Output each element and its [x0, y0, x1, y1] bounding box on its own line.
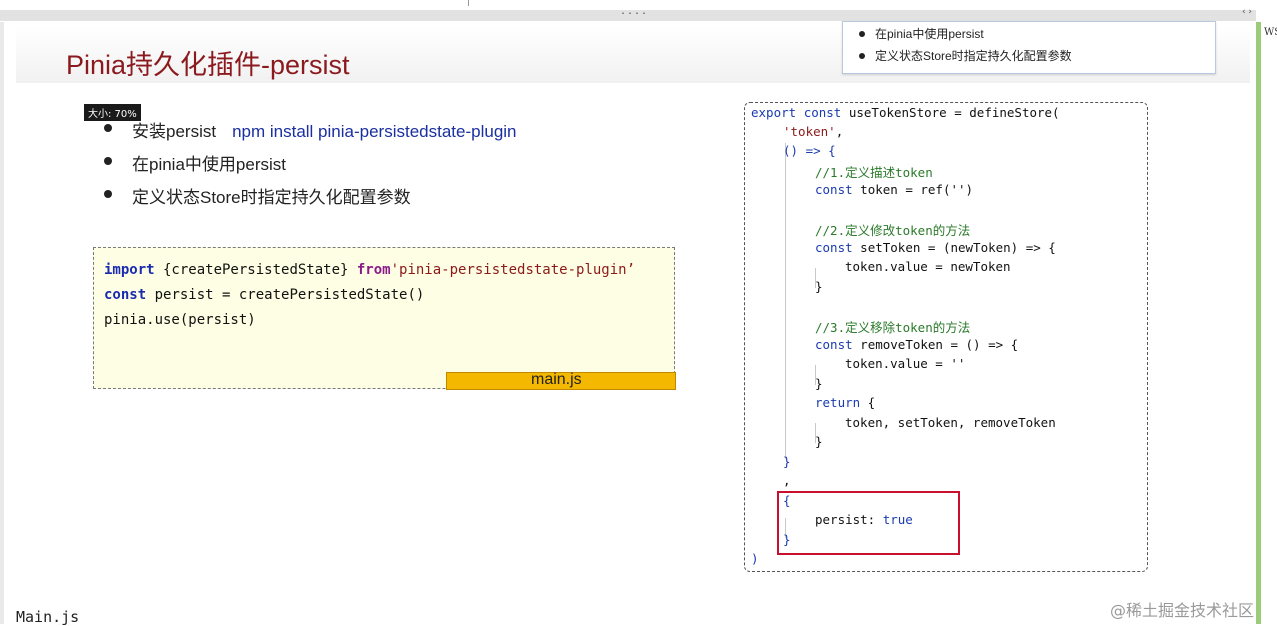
bullet-dot-icon — [104, 190, 112, 198]
bullet-text: 定义状态Store时指定持久化配置参数 — [132, 188, 411, 207]
code-line: } — [815, 376, 823, 391]
code-comment: //3.定义移除token的方法 — [815, 320, 971, 335]
code-comment: //2.定义修改token的方法 — [815, 223, 971, 238]
code-line: const token = ref('') — [815, 182, 974, 197]
persist-highlight-box — [777, 491, 960, 555]
bottom-text: Main.js — [16, 608, 80, 626]
code-line: } — [815, 279, 823, 294]
install-command: npm install pinia-persistedstate-plugin — [232, 122, 517, 141]
drag-handle-icon[interactable]: .... — [620, 6, 648, 17]
bullet-dot-icon — [859, 52, 865, 59]
size-tag: 大小: 70% — [84, 104, 141, 121]
mini-panel-item: 在pinia中使用persist — [859, 25, 984, 42]
top-tick — [468, 0, 469, 6]
mini-panel: 在pinia中使用persist 定义状态Store时指定持久化配置参数 — [842, 21, 1216, 74]
slide-title: Pinia持久化插件-persist — [66, 50, 350, 80]
bullet-dot-icon — [859, 30, 865, 37]
code-line: } — [783, 454, 791, 469]
store-code-panel: export const useTokenStore = defineStore… — [744, 102, 1148, 572]
file-tab: main.js — [446, 372, 676, 390]
code-line: 'token', — [783, 124, 844, 139]
right-rail — [1256, 22, 1261, 624]
indent-guide — [785, 143, 786, 459]
code-line: const removeToken = () => { — [815, 337, 1019, 352]
watermark: @稀土掘金技术社区 — [1110, 601, 1255, 620]
bullet-dot-icon — [104, 157, 112, 165]
mini-panel-item: 定义状态Store时指定持久化配置参数 — [859, 47, 1072, 64]
code-line: () => { — [783, 143, 836, 158]
collapse-arrows-icon[interactable]: ‹ › — [1242, 7, 1252, 17]
code-line: token, setToken, removeToken — [845, 415, 1056, 430]
code-line: const setToken = (newToken) => { — [815, 240, 1056, 255]
bullet-text: 安装persist — [132, 122, 217, 141]
slide: Pinia持久化插件-persist 在pinia中使用persist 定义状态… — [4, 21, 1256, 601]
bullet-dot-icon — [104, 124, 112, 132]
bullet-text: 在pinia中使用persist — [132, 155, 286, 174]
code-line: , — [783, 473, 791, 488]
code-comment: //1.定义描述token — [815, 165, 933, 180]
code-line: } — [815, 434, 823, 449]
code-line: token.value = newToken — [845, 259, 1011, 274]
side-label: WS — [1264, 27, 1277, 38]
code-line: const persist = createPersistedState() — [104, 287, 425, 303]
code-line: return { — [815, 395, 876, 410]
main-js-code-box: import {createPersistedState} from'pinia… — [93, 247, 676, 390]
code-line: pinia.use(persist) — [104, 312, 256, 328]
code-line: ) — [751, 551, 759, 566]
code-line: export const useTokenStore = defineStore… — [751, 105, 1060, 120]
code-line: token.value = '' — [845, 356, 966, 371]
code-line: import {createPersistedState} from'pinia… — [104, 262, 636, 278]
drag-bar[interactable]: .... ‹ › — [0, 6, 1256, 21]
